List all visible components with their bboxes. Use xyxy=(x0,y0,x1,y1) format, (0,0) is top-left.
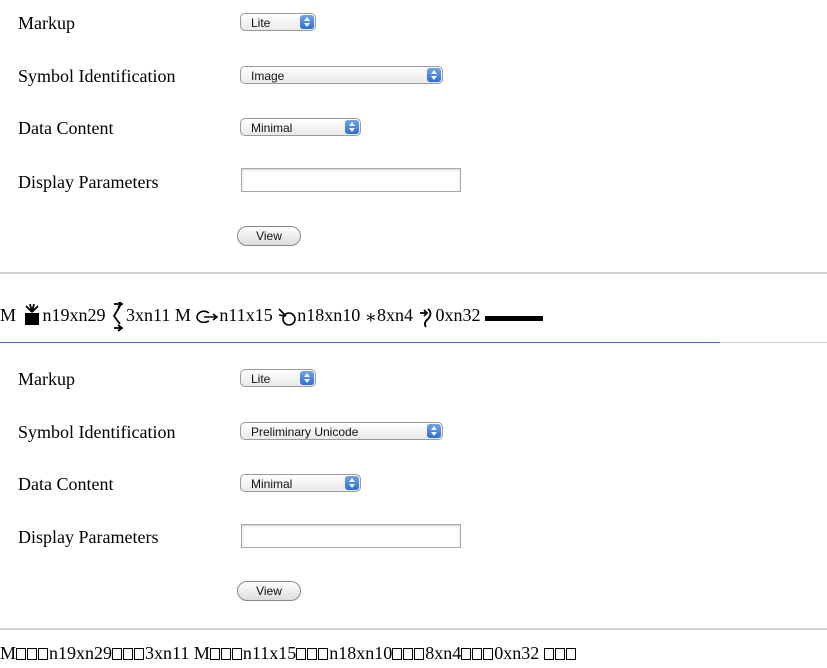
view-button[interactable]: View xyxy=(237,226,301,246)
display-parameters-input[interactable] xyxy=(241,168,461,192)
missing-glyph-boxes xyxy=(209,643,243,665)
markup-label: Markup xyxy=(18,13,75,33)
output-text: n18xn10 xyxy=(297,305,365,326)
missing-glyph-boxes xyxy=(112,643,145,665)
missing-glyph-boxes xyxy=(461,643,494,665)
missing-glyph-boxes xyxy=(543,643,577,665)
output-text: 8xn4 xyxy=(425,643,462,663)
output-line-images: M n19xn29 3xn11 M n11x15 n18xn10 ∗8xn4 0… xyxy=(0,302,543,332)
symbol-identification-select-value: Preliminary Unicode xyxy=(251,425,359,439)
output-text: n11x15 xyxy=(219,305,278,326)
output-text: n11x15 xyxy=(242,643,297,663)
divider xyxy=(720,342,827,343)
select-arrows-icon xyxy=(427,68,441,82)
data-content-select[interactable]: Minimal xyxy=(240,474,361,492)
output-text: 0xn32 xyxy=(494,643,544,663)
missing-glyph-boxes xyxy=(296,643,329,665)
arrow-movement-symbol-icon xyxy=(112,302,124,332)
select-arrows-icon xyxy=(345,120,359,134)
divider xyxy=(0,628,827,630)
output-text: M xyxy=(0,643,17,663)
divider xyxy=(0,272,827,274)
movement-contact-symbol-icon xyxy=(420,308,432,328)
display-parameters-label: Display Parameters xyxy=(18,172,159,192)
hand-symbol-icon xyxy=(24,304,39,325)
symbol-identification-select[interactable]: Image xyxy=(240,66,443,84)
markup-select-value: Lite xyxy=(251,372,271,386)
display-parameters-label: Display Parameters xyxy=(18,527,159,547)
asterisk-symbol-icon: ∗ xyxy=(364,307,377,327)
markup-select[interactable]: Lite xyxy=(240,369,316,387)
select-arrows-icon xyxy=(427,424,441,438)
select-arrows-icon xyxy=(345,476,359,490)
markup-select-value: Lite xyxy=(251,16,271,30)
output-text: n19xn29 xyxy=(49,643,113,663)
output-text: 3xn11 M xyxy=(126,305,196,326)
output-text: 0xn32 xyxy=(435,305,485,326)
symbol-identification-label: Symbol Identification xyxy=(18,422,176,442)
view-button[interactable]: View xyxy=(237,581,301,601)
output-line-unicode: Mn19xn29 3xn11 M n11x15 n18xn10 8xn4 0xn32 xyxy=(0,642,577,665)
symbol-identification-select-value: Image xyxy=(251,69,285,83)
curved-arrow-symbol-icon xyxy=(196,310,219,324)
symbol-identification-label: Symbol Identification xyxy=(18,66,176,86)
data-content-label: Data Content xyxy=(18,474,114,494)
data-content-select[interactable]: Minimal xyxy=(240,118,361,136)
select-arrows-icon xyxy=(300,371,314,385)
data-content-label: Data Content xyxy=(18,118,114,138)
markup-select[interactable]: Lite xyxy=(240,13,316,31)
data-content-select-value: Minimal xyxy=(251,121,293,135)
bar-symbol-icon xyxy=(484,316,543,322)
output-text: n19xn29 xyxy=(42,305,111,326)
output-text: n18xn10 xyxy=(329,643,393,663)
select-arrows-icon xyxy=(300,15,314,29)
face-contact-symbol-icon xyxy=(278,308,297,326)
data-content-select-value: Minimal xyxy=(251,477,293,491)
output-text: 3xn11 M xyxy=(145,643,210,663)
missing-glyph-boxes xyxy=(16,643,49,665)
symbol-identification-select[interactable]: Preliminary Unicode xyxy=(240,422,443,440)
output-text: M xyxy=(0,305,21,326)
markup-label: Markup xyxy=(18,369,75,389)
missing-glyph-boxes xyxy=(392,643,425,665)
display-parameters-input[interactable] xyxy=(241,524,461,548)
divider-blue xyxy=(0,342,720,343)
output-text: 8xn4 xyxy=(376,305,418,326)
